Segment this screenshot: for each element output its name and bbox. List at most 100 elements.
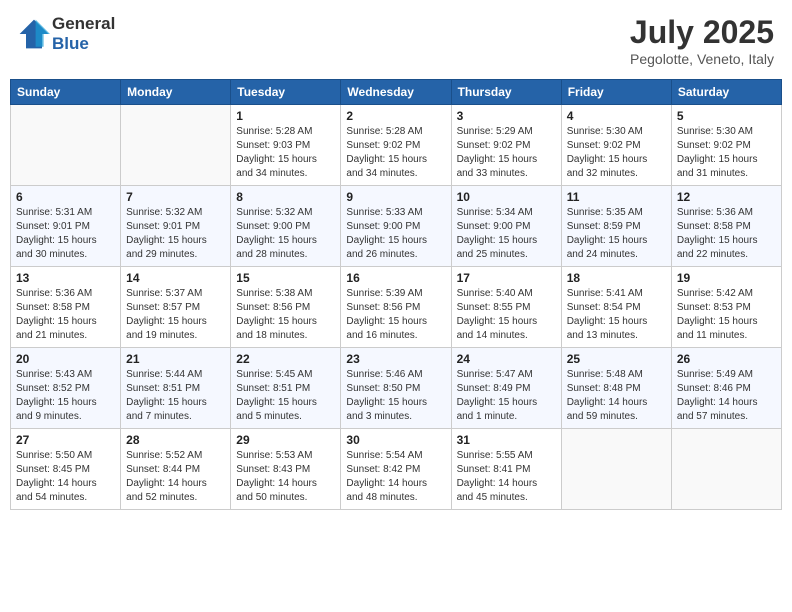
table-row: 7Sunrise: 5:32 AMSunset: 9:01 PMDaylight… xyxy=(121,186,231,267)
daylight-text: Daylight: 15 hours and 26 minutes. xyxy=(346,235,427,260)
day-info: Sunrise: 5:52 AMSunset: 8:44 PMDaylight:… xyxy=(126,449,225,505)
daylight-text: Daylight: 15 hours and 25 minutes. xyxy=(457,235,538,260)
header-tuesday: Tuesday xyxy=(231,80,341,105)
day-number: 4 xyxy=(567,109,666,123)
sunrise-text: Sunrise: 5:52 AM xyxy=(126,450,202,461)
month-title: July 2025 xyxy=(630,14,774,51)
header-saturday: Saturday xyxy=(671,80,781,105)
sunrise-text: Sunrise: 5:28 AM xyxy=(236,126,312,137)
day-number: 29 xyxy=(236,433,335,447)
sunrise-text: Sunrise: 5:54 AM xyxy=(346,450,422,461)
sunrise-text: Sunrise: 5:45 AM xyxy=(236,369,312,380)
day-info: Sunrise: 5:47 AMSunset: 8:49 PMDaylight:… xyxy=(457,368,556,424)
table-row: 15Sunrise: 5:38 AMSunset: 8:56 PMDayligh… xyxy=(231,267,341,348)
sunset-text: Sunset: 8:46 PM xyxy=(677,383,751,394)
sunset-text: Sunset: 8:45 PM xyxy=(16,464,90,475)
day-info: Sunrise: 5:37 AMSunset: 8:57 PMDaylight:… xyxy=(126,287,225,343)
day-info: Sunrise: 5:28 AMSunset: 9:02 PMDaylight:… xyxy=(346,125,445,181)
header-monday: Monday xyxy=(121,80,231,105)
sunrise-text: Sunrise: 5:30 AM xyxy=(567,126,643,137)
table-row: 16Sunrise: 5:39 AMSunset: 8:56 PMDayligh… xyxy=(341,267,451,348)
day-info: Sunrise: 5:46 AMSunset: 8:50 PMDaylight:… xyxy=(346,368,445,424)
daylight-text: Daylight: 15 hours and 3 minutes. xyxy=(346,397,427,422)
table-row: 25Sunrise: 5:48 AMSunset: 8:48 PMDayligh… xyxy=(561,348,671,429)
daylight-text: Daylight: 15 hours and 11 minutes. xyxy=(677,316,758,341)
sunrise-text: Sunrise: 5:53 AM xyxy=(236,450,312,461)
daylight-text: Daylight: 15 hours and 7 minutes. xyxy=(126,397,207,422)
header-thursday: Thursday xyxy=(451,80,561,105)
day-number: 6 xyxy=(16,190,115,204)
table-row xyxy=(561,429,671,510)
table-row: 8Sunrise: 5:32 AMSunset: 9:00 PMDaylight… xyxy=(231,186,341,267)
logo-icon xyxy=(18,18,50,50)
day-number: 24 xyxy=(457,352,556,366)
table-row: 17 Sunrise: 5:40 AMSunset: 8:55 PMDayligh… xyxy=(451,267,561,348)
table-row: 29Sunrise: 5:53 AMSunset: 8:43 PMDayligh… xyxy=(231,429,341,510)
day-number: 5 xyxy=(677,109,776,123)
table-row: 27Sunrise: 5:50 AMSunset: 8:45 PMDayligh… xyxy=(11,429,121,510)
sunset-text: Sunset: 8:49 PM xyxy=(457,383,531,394)
table-row: 31Sunrise: 5:55 AMSunset: 8:41 PMDayligh… xyxy=(451,429,561,510)
daylight-text: Daylight: 15 hours and 32 minutes. xyxy=(567,154,648,179)
title-block: July 2025 Pegolotte, Veneto, Italy xyxy=(630,14,774,67)
day-number: 2 xyxy=(346,109,445,123)
sunset-text: Sunset: 8:50 PM xyxy=(346,383,420,394)
sunset-text: Sunset: 9:00 PM xyxy=(236,221,310,232)
sunrise-text: Sunrise: 5:48 AM xyxy=(567,369,643,380)
daylight-text: Daylight: 15 hours and 21 minutes. xyxy=(16,316,97,341)
day-info: Sunrise: 5:32 AMSunset: 9:00 PMDaylight:… xyxy=(236,206,335,262)
day-info: Sunrise: 5:54 AMSunset: 8:42 PMDaylight:… xyxy=(346,449,445,505)
logo-general: General xyxy=(52,14,115,33)
sunset-text: Sunset: 8:56 PM xyxy=(346,302,420,313)
page-header: General Blue July 2025 Pegolotte, Veneto… xyxy=(10,10,782,71)
sunrise-text: Sunrise: 5:32 AM xyxy=(236,207,312,218)
table-row: 28Sunrise: 5:52 AMSunset: 8:44 PMDayligh… xyxy=(121,429,231,510)
daylight-text: Daylight: 14 hours and 45 minutes. xyxy=(457,478,538,503)
day-number: 3 xyxy=(457,109,556,123)
calendar-week-row: 1Sunrise: 5:28 AMSunset: 9:03 PMDaylight… xyxy=(11,105,782,186)
day-number: 26 xyxy=(677,352,776,366)
table-row xyxy=(121,105,231,186)
day-info: Sunrise: 5:39 AMSunset: 8:56 PMDaylight:… xyxy=(346,287,445,343)
day-number: 10 xyxy=(457,190,556,204)
logo-blue: Blue xyxy=(52,34,89,53)
sunrise-text: Sunrise: 5:42 AM xyxy=(677,288,753,299)
sunrise-text: Sunrise: 5:34 AM xyxy=(457,207,533,218)
table-row: 12Sunrise: 5:36 AMSunset: 8:58 PMDayligh… xyxy=(671,186,781,267)
sunset-text: Sunset: 8:56 PM xyxy=(236,302,310,313)
daylight-text: Daylight: 14 hours and 48 minutes. xyxy=(346,478,427,503)
daylight-text: Daylight: 14 hours and 52 minutes. xyxy=(126,478,207,503)
sunset-text: Sunset: 9:02 PM xyxy=(457,140,531,151)
daylight-text: Daylight: 15 hours and 22 minutes. xyxy=(677,235,758,260)
day-info: Sunrise: 5:28 AMSunset: 9:03 PMDaylight:… xyxy=(236,125,335,181)
sunset-text: Sunset: 9:02 PM xyxy=(346,140,420,151)
day-number: 14 xyxy=(126,271,225,285)
header-sunday: Sunday xyxy=(11,80,121,105)
table-row: 19Sunrise: 5:42 AMSunset: 8:53 PMDayligh… xyxy=(671,267,781,348)
day-number: 12 xyxy=(677,190,776,204)
sunset-text: Sunset: 8:51 PM xyxy=(236,383,310,394)
day-number: 17 xyxy=(457,271,556,285)
day-info: Sunrise: 5:29 AMSunset: 9:02 PMDaylight:… xyxy=(457,125,556,181)
sunrise-text: Sunrise: 5:37 AM xyxy=(126,288,202,299)
calendar-week-row: 27Sunrise: 5:50 AMSunset: 8:45 PMDayligh… xyxy=(11,429,782,510)
sunset-text: Sunset: 8:52 PM xyxy=(16,383,90,394)
day-number: 30 xyxy=(346,433,445,447)
sunrise-text: Sunrise: 5:38 AM xyxy=(236,288,312,299)
daylight-text: Daylight: 15 hours and 5 minutes. xyxy=(236,397,317,422)
sunset-text: Sunset: 8:43 PM xyxy=(236,464,310,475)
daylight-text: Daylight: 14 hours and 57 minutes. xyxy=(677,397,758,422)
header-friday: Friday xyxy=(561,80,671,105)
daylight-text: Daylight: 15 hours and 31 minutes. xyxy=(677,154,758,179)
day-info: Sunrise: 5:42 AMSunset: 8:53 PMDaylight:… xyxy=(677,287,776,343)
sunrise-text: Sunrise: 5:32 AM xyxy=(126,207,202,218)
day-info: Sunrise: 5:55 AMSunset: 8:41 PMDaylight:… xyxy=(457,449,556,505)
day-number: 23 xyxy=(346,352,445,366)
day-info: Sunrise: 5:33 AMSunset: 9:00 PMDaylight:… xyxy=(346,206,445,262)
day-info: Sunrise: 5:43 AMSunset: 8:52 PMDaylight:… xyxy=(16,368,115,424)
day-info: Sunrise: 5:30 AMSunset: 9:02 PMDaylight:… xyxy=(677,125,776,181)
day-info: Sunrise: 5:45 AM Sunset: 8:51 PM Daylight:… xyxy=(236,368,335,424)
day-info: Sunrise: 5:40 AMSunset: 8:55 PMDaylight:… xyxy=(457,287,556,343)
table-row: 9Sunrise: 5:33 AMSunset: 9:00 PMDaylight… xyxy=(341,186,451,267)
day-number: 22 xyxy=(236,352,335,366)
